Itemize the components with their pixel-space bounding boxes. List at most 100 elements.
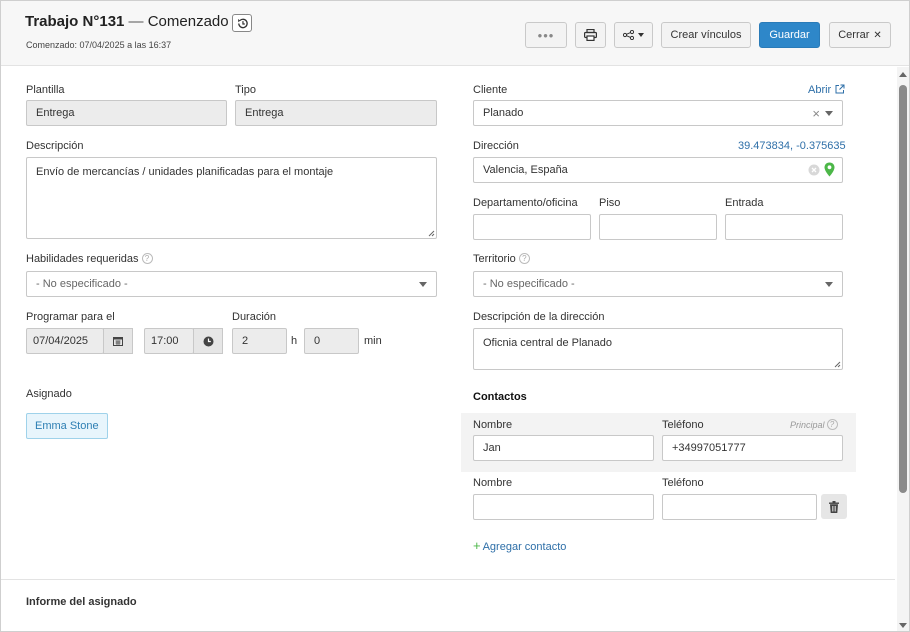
- description-label: Descripción: [26, 140, 84, 152]
- open-client-link[interactable]: Abrir: [808, 84, 845, 96]
- assigned-label: Asignado: [26, 388, 72, 400]
- schedule-time-input[interactable]: 17:00: [144, 328, 194, 354]
- territory-label: Territorio?: [473, 253, 530, 265]
- contact-phone-input[interactable]: [662, 494, 817, 520]
- department-label: Departamento/oficina: [473, 197, 578, 209]
- hours-unit-label: h: [291, 335, 298, 347]
- started-timestamp: Comenzado: 07/04/2025 a las 16:37: [26, 40, 172, 50]
- clock-icon: [203, 336, 213, 346]
- clock-button[interactable]: [193, 328, 223, 354]
- chevron-down-icon: [419, 282, 427, 287]
- calendar-icon: [113, 337, 123, 346]
- template-label: Plantilla: [26, 84, 65, 96]
- contact-phone-label: Teléfono: [662, 419, 704, 431]
- add-contact-link[interactable]: + Agregar contacto: [473, 538, 566, 553]
- title-separator: —: [124, 13, 148, 30]
- floor-label: Piso: [599, 197, 621, 209]
- principal-label-text: Principal: [790, 420, 825, 430]
- client-select-value: Planado: [483, 107, 524, 119]
- share-menu-button[interactable]: [614, 22, 653, 48]
- title-status: Comenzado: [147, 13, 229, 30]
- title-job-number: Trabajo N°131: [25, 13, 125, 30]
- scroll-up-icon[interactable]: [899, 72, 907, 77]
- chevron-down-icon: [825, 111, 833, 116]
- template-field: Entrega: [26, 100, 227, 126]
- address-description-label: Descripción de la dirección: [473, 311, 605, 323]
- entrance-label: Entrada: [725, 197, 764, 209]
- save-button[interactable]: Guardar: [759, 22, 820, 48]
- type-label: Tipo: [235, 84, 256, 96]
- help-icon[interactable]: ?: [518, 253, 530, 264]
- duration-hours-input[interactable]: 2: [232, 328, 287, 354]
- territory-label-text: Territorio: [473, 253, 516, 265]
- clear-address-icon[interactable]: [808, 164, 820, 176]
- trash-icon: [829, 500, 839, 513]
- calendar-button[interactable]: [103, 328, 133, 354]
- page-title: Trabajo N°131 — Comenzado: [25, 13, 229, 30]
- contact-name-input[interactable]: [473, 494, 654, 520]
- department-input[interactable]: [473, 214, 591, 240]
- skills-label-text: Habilidades requeridas: [26, 253, 139, 265]
- duration-minutes-input[interactable]: 0: [304, 328, 359, 354]
- plus-icon: +: [473, 538, 481, 553]
- map-pin-icon[interactable]: [824, 162, 835, 177]
- share-icon: [623, 30, 634, 40]
- contacts-heading: Contactos: [473, 391, 527, 403]
- schedule-label: Programar para el: [26, 311, 115, 323]
- contact-name-label: Nombre: [473, 419, 513, 431]
- address-coordinates-link[interactable]: 39.473834, -0.375635: [738, 140, 846, 152]
- entrance-input[interactable]: [725, 214, 843, 240]
- add-contact-text: Agregar contacto: [482, 541, 567, 553]
- chevron-down-icon: [825, 282, 833, 287]
- print-button[interactable]: [575, 22, 606, 48]
- client-select[interactable]: Planado ×: [473, 100, 843, 126]
- contact-name-label: Nombre: [473, 477, 513, 489]
- resize-handle-icon[interactable]: [833, 360, 841, 368]
- dialog-header: Trabajo N°131 — Comenzado Comenzado: 07/…: [1, 1, 909, 66]
- client-label: Cliente: [473, 84, 508, 96]
- close-button-label: Cerrar: [838, 29, 870, 41]
- print-icon: [584, 29, 597, 41]
- address-input-value: Valencia, España: [483, 164, 568, 176]
- help-icon[interactable]: ?: [141, 253, 153, 264]
- duration-label: Duración: [232, 311, 277, 323]
- skills-label: Habilidades requeridas?: [26, 253, 153, 265]
- floor-input[interactable]: [599, 214, 717, 240]
- description-text: Envío de mercancías / unidades planifica…: [36, 166, 334, 178]
- resize-handle-icon[interactable]: [427, 229, 435, 237]
- work-order-dialog: Trabajo N°131 — Comenzado Comenzado: 07/…: [0, 0, 910, 632]
- history-icon: [237, 18, 248, 28]
- history-button[interactable]: [232, 14, 252, 32]
- territory-select-value: - No especificado -: [483, 278, 575, 290]
- delete-contact-button[interactable]: [821, 494, 847, 519]
- open-client-link-text: Abrir: [808, 84, 832, 96]
- territory-select[interactable]: - No especificado -: [473, 271, 843, 297]
- address-label: Dirección: [473, 140, 519, 152]
- contact-phone-label: Teléfono: [662, 477, 704, 489]
- address-description-textarea[interactable]: Oficnia central de Planado: [473, 328, 843, 370]
- more-options-button[interactable]: •••: [525, 22, 567, 48]
- close-icon: ✕: [873, 29, 882, 41]
- section-divider: [1, 579, 895, 580]
- assignee-tag[interactable]: Emma Stone: [26, 413, 108, 439]
- contact-name-input[interactable]: Jan: [473, 435, 654, 461]
- skills-select[interactable]: - No especificado -: [26, 271, 437, 297]
- close-button[interactable]: Cerrar ✕: [829, 22, 891, 48]
- chevron-down-icon: [638, 33, 644, 37]
- help-icon[interactable]: ?: [826, 419, 838, 430]
- external-link-icon: [835, 84, 845, 94]
- minutes-unit-label: min: [364, 335, 382, 347]
- address-description-text: Oficnia central de Planado: [483, 337, 613, 349]
- scroll-down-icon[interactable]: [899, 623, 907, 628]
- skills-select-value: - No especificado -: [36, 278, 128, 290]
- clear-client-icon[interactable]: ×: [812, 106, 820, 121]
- assignee-report-heading: Informe del asignado: [26, 596, 137, 608]
- principal-label: Principal?: [790, 419, 838, 430]
- schedule-date-input[interactable]: 07/04/2025: [26, 328, 104, 354]
- contact-phone-input[interactable]: +34997051777: [662, 435, 843, 461]
- address-input[interactable]: Valencia, España: [473, 157, 843, 183]
- description-textarea[interactable]: Envío de mercancías / unidades planifica…: [26, 157, 437, 239]
- scrollbar-thumb[interactable]: [899, 85, 907, 493]
- type-field: Entrega: [235, 100, 437, 126]
- create-links-button[interactable]: Crear vínculos: [661, 22, 751, 48]
